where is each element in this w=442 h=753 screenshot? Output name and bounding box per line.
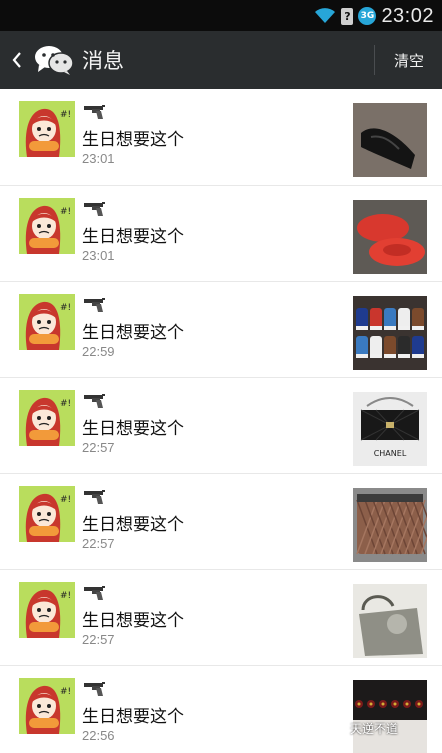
svg-text:#!: #! [60, 495, 71, 505]
message-time: 22:57 [82, 536, 115, 551]
sim-icon: ? [341, 7, 354, 25]
message-time: 23:01 [82, 151, 115, 166]
message-time: 23:01 [82, 248, 115, 263]
list-item[interactable]: #! 生日想要这个 22:57 [0, 569, 442, 665]
page-title: 消息 [82, 49, 124, 73]
list-item[interactable]: #! 生日想要这个 22:57 [0, 473, 442, 569]
message-time: 22:57 [82, 632, 115, 647]
thumbnail-image[interactable]: CHANEL [353, 392, 427, 466]
message-text: 生日想要这个 [82, 323, 184, 343]
avatar[interactable]: #! [19, 198, 75, 254]
thumbnail-image[interactable] [353, 296, 427, 370]
message-time: 22:56 [82, 728, 115, 743]
avatar-image: #! [19, 390, 75, 446]
thumbnail-image[interactable] [353, 103, 427, 177]
status-bar: ? 3G 23:02 [0, 0, 442, 31]
status-clock: 23:02 [381, 4, 434, 27]
list-item[interactable]: #! 生日想要这个 22:57 CHANEL [0, 377, 442, 473]
wifi-icon [315, 8, 336, 23]
gun-icon [84, 394, 105, 408]
title-bar: 消息 清空 [0, 31, 442, 89]
svg-text:#!: #! [60, 207, 71, 217]
avatar-image: #! [19, 582, 75, 638]
gun-icon [84, 490, 105, 504]
avatar-image: #! [19, 678, 75, 734]
thumbnail-image[interactable] [353, 488, 427, 562]
message-list: #! 生日想要这个 23:01 #! 生日想要这个 23:01 #! 生日想要这… [0, 89, 442, 753]
watermark: 天逆不道 [350, 722, 399, 736]
list-item[interactable]: #! 生日想要这个 23:01 [0, 89, 442, 185]
svg-text:#!: #! [60, 303, 71, 313]
avatar-image: #! [19, 101, 75, 157]
avatar[interactable]: #! [19, 678, 75, 734]
message-text: 生日想要这个 [82, 707, 184, 727]
clear-button[interactable]: 清空 [384, 49, 434, 73]
avatar[interactable]: #! [19, 582, 75, 638]
avatar[interactable]: #! [19, 486, 75, 542]
wechat-icon [35, 46, 74, 75]
list-item[interactable]: #! 生日想要这个 22:59 [0, 281, 442, 377]
avatar[interactable]: #! [19, 294, 75, 350]
avatar[interactable]: #! [19, 101, 75, 157]
avatar-image: #! [19, 486, 75, 542]
message-time: 22:57 [82, 440, 115, 455]
svg-text:CHANEL: CHANEL [374, 449, 407, 458]
svg-text:#!: #! [60, 110, 71, 120]
message-text: 生日想要这个 [82, 419, 184, 439]
thumbnail-image[interactable] [353, 200, 427, 274]
thumbnail-image[interactable] [353, 680, 427, 753]
gun-icon [84, 105, 105, 119]
gun-icon [84, 682, 105, 696]
gun-icon [84, 586, 105, 600]
svg-text:#!: #! [60, 399, 71, 409]
message-text: 生日想要这个 [82, 227, 184, 247]
back-icon[interactable] [10, 47, 24, 73]
gun-icon [84, 202, 105, 216]
title-divider [374, 45, 375, 75]
status-icons: ? 3G 23:02 [314, 5, 434, 27]
list-item[interactable]: #! 生日想要这个 23:01 [0, 185, 442, 281]
avatar[interactable]: #! [19, 390, 75, 446]
list-item[interactable]: #! 生日想要这个 22:56 [0, 665, 442, 753]
avatar-image: #! [19, 294, 75, 350]
svg-text:#!: #! [60, 591, 71, 601]
avatar-image: #! [19, 198, 75, 254]
svg-text:#!: #! [60, 687, 71, 697]
gun-icon [84, 298, 105, 312]
message-text: 生日想要这个 [82, 515, 184, 535]
network-icon: 3G [358, 7, 377, 25]
thumbnail-image[interactable] [353, 584, 427, 658]
message-time: 22:59 [82, 344, 115, 359]
message-text: 生日想要这个 [82, 611, 184, 631]
message-text: 生日想要这个 [82, 130, 184, 150]
